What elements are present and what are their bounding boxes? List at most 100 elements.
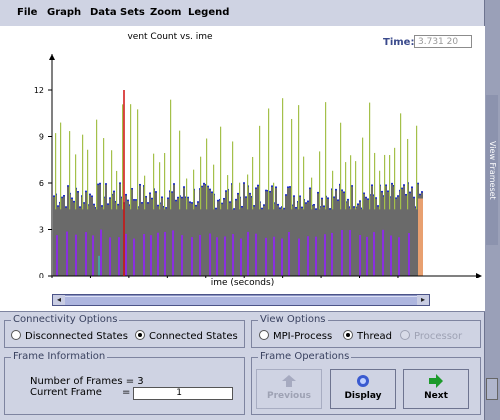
green-bar (116, 170, 118, 210)
gray-bar (203, 183, 205, 276)
gray-bar (107, 204, 109, 276)
blue-line-segment (191, 202, 193, 204)
gray-bar (201, 186, 203, 276)
gray-bar (113, 191, 115, 276)
blue-line-segment (257, 184, 259, 187)
gray-bar (319, 207, 321, 276)
event-count-chart[interactable]: 036912 015.20730.41045.61260.81576.01791… (0, 52, 485, 278)
green-bar (355, 161, 357, 210)
blue-line-segment (221, 202, 223, 205)
blue-line-segment (117, 203, 119, 206)
purple-bar (164, 231, 166, 276)
gray-bar (207, 186, 209, 276)
purple-bar (209, 233, 211, 276)
purple-bar (247, 231, 249, 276)
gray-bar (103, 197, 105, 276)
blue-line-segment (253, 205, 255, 207)
view-frameset-tab[interactable]: View Frameset (486, 95, 498, 245)
blue-line-segment (201, 185, 203, 188)
radio-off-icon (400, 330, 410, 340)
scroll-right-icon[interactable]: ▸ (417, 295, 429, 305)
gray-bar (279, 208, 281, 276)
green-bar (239, 182, 241, 210)
scroll-thumb[interactable] (65, 296, 417, 305)
gray-bar (135, 200, 137, 276)
purple-bar (92, 235, 94, 276)
side-button[interactable] (486, 378, 498, 400)
menu-file[interactable]: File (17, 7, 37, 18)
blue-line-segment (333, 196, 335, 198)
blue-line-segment (233, 208, 235, 210)
radio-disconnected-states[interactable]: Disconnected States (11, 330, 128, 342)
blue-line-segment (83, 202, 85, 204)
blue-line-segment (409, 191, 411, 194)
gray-bar (309, 188, 311, 276)
scroll-left-icon[interactable]: ◂ (53, 295, 65, 305)
gray-bar (415, 207, 417, 276)
green-bar (186, 178, 188, 210)
blue-line-segment (133, 199, 135, 201)
blue-line-segment (195, 204, 197, 207)
purple-bar (273, 236, 275, 276)
radio-connected-states[interactable]: Connected States (135, 330, 238, 342)
menu-legend[interactable]: Legend (188, 7, 229, 18)
gray-bar (237, 193, 239, 276)
green-bar (394, 147, 396, 210)
green-bar (259, 125, 261, 210)
purple-bar (240, 238, 242, 276)
green-bar (69, 131, 71, 210)
blue-line-segment (249, 192, 251, 195)
blue-line-segment (381, 190, 383, 193)
green-bar (268, 108, 270, 210)
purple-bar (66, 231, 68, 276)
green-bar (193, 169, 195, 210)
gray-bar (321, 198, 323, 276)
display-button[interactable]: Display (330, 369, 396, 409)
green-bar (247, 174, 249, 210)
blue-line-segment (57, 205, 59, 207)
blue-line-segment (301, 206, 303, 209)
blue-line-segment (183, 186, 185, 188)
time-field[interactable]: 3.731 20 (414, 35, 472, 48)
horizontal-scrollbar[interactable]: ◂ ▸ (52, 294, 430, 306)
purple-bar (216, 237, 218, 276)
green-bar (407, 138, 409, 210)
next-arrow-icon (429, 374, 443, 388)
current-frame-input[interactable]: 1 (133, 387, 233, 400)
menu-data-sets[interactable]: Data Sets (90, 7, 145, 18)
gray-bar (405, 194, 407, 276)
blue-line-segment (97, 183, 99, 186)
gray-bar (63, 196, 65, 276)
blue-line-segment (119, 182, 121, 184)
blue-line-segment (277, 203, 279, 206)
menu-graph[interactable]: Graph (47, 7, 81, 18)
green-bar (332, 170, 334, 210)
chart-panel: vent Count vs. ime Time: 3.731 20 0 3 6 9 12… (0, 26, 485, 312)
gray-bar (219, 199, 221, 276)
gray-bar (229, 202, 231, 276)
next-button[interactable]: Next (403, 369, 469, 409)
blue-line-segment (107, 203, 109, 205)
blue-line-segment (367, 198, 369, 200)
gray-bar (249, 193, 251, 276)
purple-bar (281, 238, 283, 276)
previous-button[interactable]: Previous (256, 369, 322, 409)
green-bar (298, 105, 300, 210)
gray-bar (387, 191, 389, 276)
blue-line-segment (173, 183, 175, 185)
radio-thread[interactable]: Thread (343, 330, 392, 342)
gray-bar (195, 205, 197, 276)
green-bar (130, 104, 132, 210)
gray-bar (263, 205, 265, 276)
gray-bar (183, 187, 185, 276)
gray-bar (295, 207, 297, 276)
green-bar (111, 150, 113, 210)
menu-zoom[interactable]: Zoom (150, 7, 181, 18)
gray-bar (257, 185, 259, 276)
green-bar (345, 162, 347, 210)
gray-bar (161, 197, 163, 276)
radio-mpi-process[interactable]: MPI-Process (259, 330, 332, 342)
gray-bar (137, 207, 139, 276)
gray-bar (175, 200, 177, 276)
blue-line-segment (77, 191, 79, 193)
